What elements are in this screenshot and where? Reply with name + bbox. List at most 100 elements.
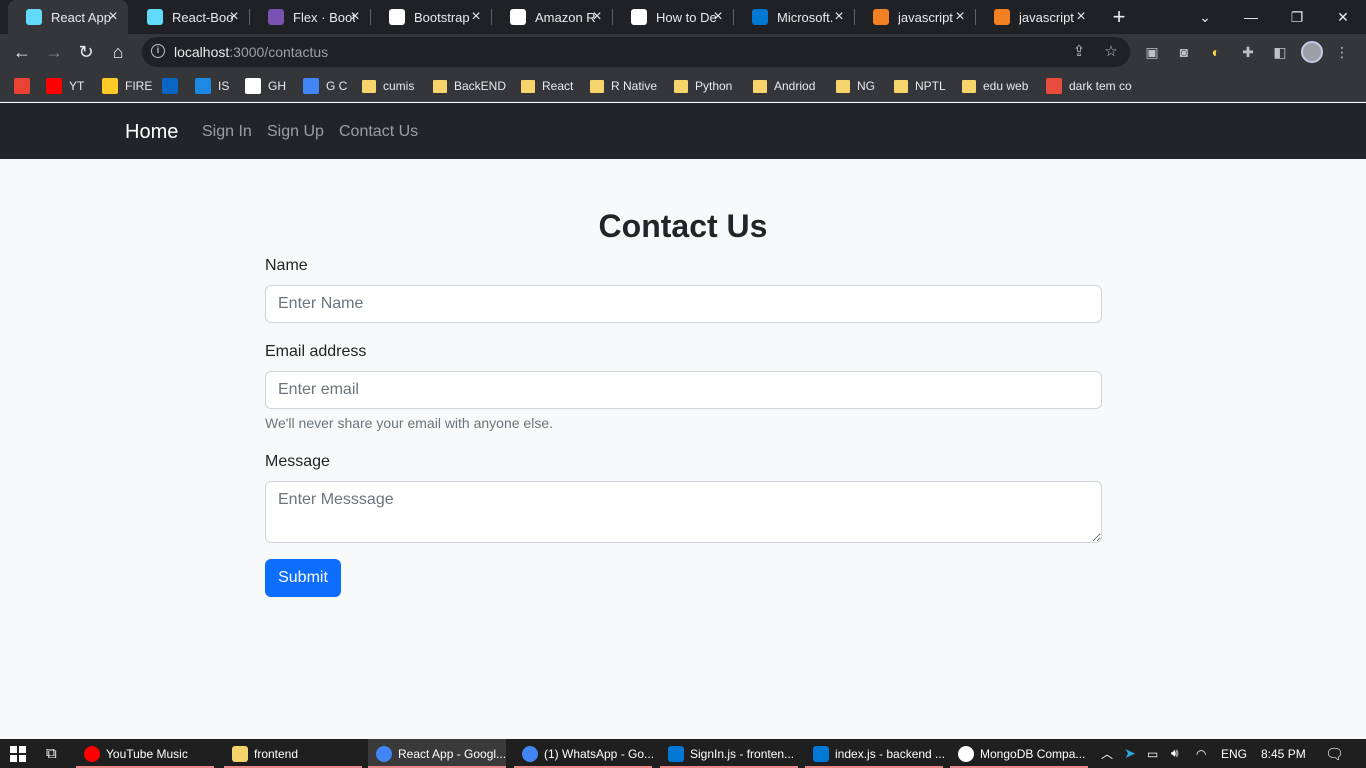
taskbar-app[interactable]: React App - Googl... (368, 739, 506, 768)
close-icon[interactable]: × (831, 9, 847, 25)
clock[interactable]: 8:45 PM (1261, 739, 1306, 768)
browser-tab[interactable]: Microsoft. × (734, 0, 854, 34)
bookmark-item[interactable]: dark tem co (1046, 76, 1132, 96)
tab-title: React App (51, 9, 111, 25)
vscode-icon (668, 745, 684, 762)
browser-tab[interactable]: React App × (8, 0, 128, 34)
task-view-icon[interactable]: ⧉ (46, 739, 57, 768)
bookmark-item[interactable]: edu web (962, 76, 1028, 96)
tab-search-button[interactable]: ⌄ (1182, 0, 1228, 34)
message-label: Message (265, 453, 330, 470)
minimize-button[interactable]: — (1228, 0, 1274, 34)
taskbar-app[interactable]: frontend (224, 739, 362, 768)
browser-toolbar: ← → ↻ ⌂ i localhost:3000/contactus ⇪ ☆ ▣… (0, 34, 1366, 70)
close-icon[interactable]: × (468, 9, 484, 25)
close-icon[interactable]: × (105, 9, 121, 25)
taskbar-app[interactable]: (1) WhatsApp - Go... (514, 739, 654, 768)
folder-icon (894, 79, 908, 93)
taskbar-app[interactable]: YouTube Music (76, 739, 214, 768)
bookmark-item[interactable]: NG (836, 76, 875, 96)
browser-tab[interactable]: How to De × (613, 0, 733, 34)
back-button[interactable]: ← (8, 38, 36, 66)
dark-mode-extension-icon[interactable]: ◐ (1207, 43, 1225, 61)
bookmark-item[interactable]: React (521, 76, 573, 96)
browser-tab[interactable]: javascript × (976, 0, 1096, 34)
submit-button[interactable]: Submit (265, 559, 341, 597)
browser-tab[interactable]: Bootstrap × (371, 0, 491, 34)
name-label: Name (265, 257, 308, 274)
youtube-music-icon (84, 745, 100, 762)
battery-icon[interactable]: ▭ (1147, 739, 1158, 768)
bookmark-item[interactable]: Andriod (753, 76, 815, 96)
nav-link-contact-us[interactable]: Contact Us (339, 123, 418, 141)
profile-avatar[interactable] (1301, 41, 1323, 63)
nav-link-sign-in[interactable]: Sign In (202, 123, 252, 141)
browser-tab[interactable]: Flex · Boot × (250, 0, 370, 34)
bookmark-label: cumis (383, 79, 415, 93)
message-textarea[interactable] (265, 481, 1102, 543)
bookmark-item[interactable]: cumis (362, 76, 414, 96)
info-icon[interactable]: i (151, 44, 165, 58)
bookmark-star-icon[interactable]: ☆ (1102, 43, 1120, 61)
camera-icon[interactable]: ◙ (1175, 43, 1193, 61)
bookmark-item[interactable]: FIRE (102, 76, 152, 96)
bookmark-item[interactable] (162, 76, 185, 96)
nav-link-sign-up[interactable]: Sign Up (267, 123, 324, 141)
wifi-icon[interactable]: ◠ (1196, 739, 1206, 768)
browser-tab[interactable]: React-Boot × (129, 0, 249, 34)
bookmark-item[interactable]: Python (674, 76, 732, 96)
bookmark-item[interactable]: GH (245, 76, 286, 96)
language-indicator[interactable]: ENG (1221, 739, 1247, 768)
taskbar-app[interactable]: SignIn.js - fronten... (660, 739, 798, 768)
bookmark-label: dark tem co (1069, 79, 1132, 93)
notifications-icon[interactable]: 🗨︎ (1325, 739, 1344, 768)
forward-button[interactable]: → (40, 38, 68, 66)
tab-media-icon[interactable]: ▣ (1143, 43, 1161, 61)
calendar-icon (303, 78, 319, 94)
bookmark-item[interactable]: BackEND (433, 76, 506, 96)
telegram-icon[interactable]: ➤ (1124, 739, 1136, 768)
bookmark-item[interactable]: NPTL (894, 76, 946, 96)
close-icon[interactable]: × (1073, 9, 1089, 25)
firebase-icon (102, 78, 118, 94)
close-icon[interactable]: × (710, 9, 726, 25)
url-text[interactable]: localhost:3000/contactus (174, 44, 328, 60)
nav-brand-home[interactable]: Home (125, 121, 178, 144)
close-window-button[interactable]: ✕ (1320, 0, 1366, 34)
menu-icon[interactable]: ⋮ (1333, 43, 1351, 61)
bookmark-site-icon (1046, 78, 1062, 94)
taskbar-app[interactable]: MongoDB Compa... (950, 739, 1088, 768)
share-icon[interactable]: ⇪ (1070, 43, 1088, 61)
taskbar-app[interactable]: index.js - backend ... (805, 739, 945, 768)
bookmark-item[interactable]: G C (303, 76, 347, 96)
tab-separator (370, 9, 371, 25)
side-panel-icon[interactable]: ◧ (1271, 43, 1289, 61)
bookmark-item[interactable]: R Native (590, 76, 657, 96)
taskbar-app-label: MongoDB Compa... (980, 746, 1086, 761)
start-button[interactable] (10, 739, 26, 768)
github-icon (245, 78, 261, 94)
name-input[interactable] (265, 285, 1102, 323)
az-icon (389, 9, 405, 25)
bookmark-item[interactable]: IS (195, 76, 229, 96)
close-icon[interactable]: × (347, 9, 363, 25)
reload-button[interactable]: ↻ (72, 38, 100, 66)
bookmark-item[interactable]: YT (46, 76, 84, 96)
maximize-button[interactable]: ❐ (1274, 0, 1320, 34)
extensions-icon[interactable]: ✚ (1239, 43, 1257, 61)
address-bar[interactable]: i localhost:3000/contactus ⇪ ☆ (142, 37, 1130, 67)
volume-icon[interactable]: 🔊︎ (1171, 739, 1179, 768)
browser-tab[interactable]: javascript × (855, 0, 975, 34)
new-tab-button[interactable]: + (1108, 6, 1130, 28)
folder-icon (753, 79, 767, 93)
close-icon[interactable]: × (589, 9, 605, 25)
bookmark-item[interactable] (14, 76, 37, 96)
email-input[interactable] (265, 371, 1102, 409)
show-hidden-icons[interactable]: ︿ (1101, 739, 1113, 768)
browser-tab[interactable]: Amazon R × (492, 0, 612, 34)
linkedin-icon (162, 78, 178, 94)
home-button[interactable]: ⌂ (104, 38, 132, 66)
bookmark-label: R Native (611, 79, 658, 93)
close-icon[interactable]: × (226, 9, 242, 25)
close-icon[interactable]: × (952, 9, 968, 25)
